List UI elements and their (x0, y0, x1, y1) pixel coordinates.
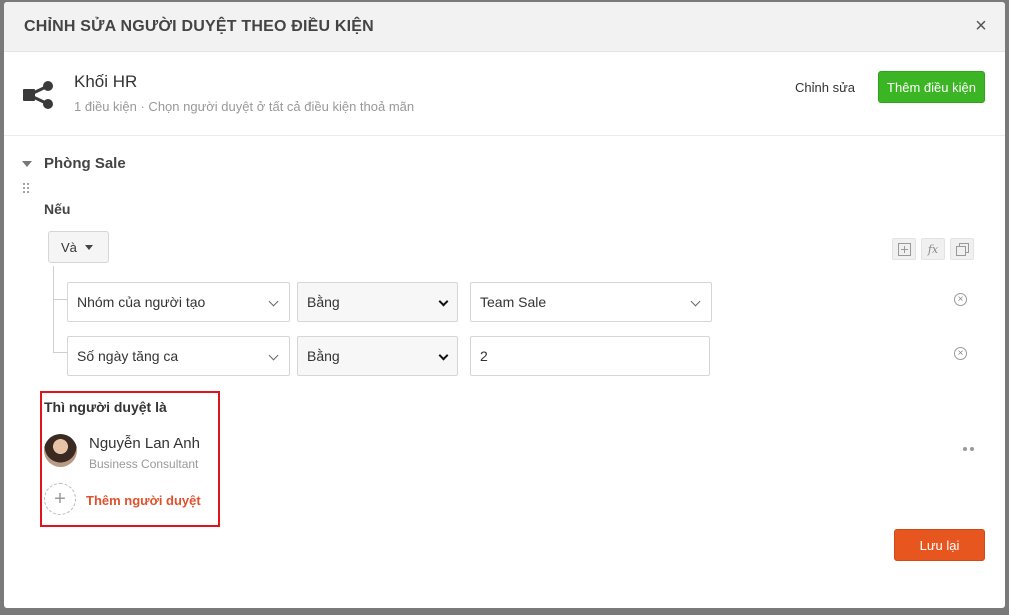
close-icon[interactable]: × (971, 16, 991, 36)
approver-label: Thì người duyệt là (44, 399, 167, 415)
condition-1-value-select[interactable]: Team Sale (470, 282, 712, 322)
condition-2-value: 2 (480, 348, 488, 364)
condition-2-field-value: Số ngày tăng ca (77, 348, 179, 364)
share-network-icon (23, 81, 53, 109)
more-options-icon[interactable] (963, 446, 975, 452)
if-label: Nếu (44, 201, 71, 217)
tree-branch (53, 352, 67, 353)
group-header: Khối HR 1 điều kiện · Chọn người duyệt ở… (4, 52, 1005, 136)
group-subtitle: 1 điều kiện · Chọn người duyệt ở tất cả … (74, 99, 415, 114)
condition-2-field-select[interactable]: Số ngày tăng ca (67, 336, 290, 376)
caret-down-icon (84, 244, 93, 250)
condition-1-operator-value: Bằng (307, 294, 340, 310)
condition-tools: fx (892, 238, 974, 260)
condition-2-value-input[interactable]: 2 (470, 336, 710, 376)
chevron-down-icon (268, 296, 279, 307)
tree-branch (53, 299, 67, 300)
edit-link[interactable]: Chỉnh sửa (795, 80, 855, 95)
edit-approver-modal: CHỈNH SỬA NGƯỜI DUYỆT THEO ĐIỀU KIỆN × K… (4, 2, 1005, 608)
department-title: Phòng Sale (44, 155, 126, 172)
condition-2-operator-select[interactable]: Bằng (297, 336, 458, 376)
chevron-down-icon (268, 350, 279, 361)
logic-operator-value: Và (61, 239, 77, 255)
chevron-down-icon (438, 350, 449, 361)
modal-title: CHỈNH SỬA NGƯỜI DUYỆT THEO ĐIỀU KIỆN (24, 18, 374, 35)
add-approver-link[interactable]: Thêm người duyệt (86, 493, 201, 508)
department-section: Phòng Sale Nếu Và fx Nhóm của người tạo (4, 137, 1005, 608)
approver-name: Nguyễn Lan Anh (89, 435, 200, 452)
group-title: Khối HR (74, 72, 138, 91)
condition-2-operator-value: Bằng (307, 348, 340, 364)
save-button[interactable]: Lưu lại (894, 529, 985, 561)
remove-condition-1-icon[interactable]: × (954, 293, 967, 306)
drag-handle-icon[interactable] (23, 183, 31, 195)
approver-role: Business Consultant (89, 457, 199, 471)
tree-connector (53, 266, 54, 352)
condition-1-field-select[interactable]: Nhóm của người tạo (67, 282, 290, 322)
collapse-caret-icon[interactable] (22, 161, 32, 167)
avatar (44, 434, 77, 467)
modal-header: CHỈNH SỬA NGƯỜI DUYỆT THEO ĐIỀU KIỆN × (4, 2, 1005, 52)
copy-icon[interactable] (950, 238, 974, 260)
logic-operator-dropdown[interactable]: Và (48, 231, 109, 263)
plus-square-icon[interactable] (892, 238, 916, 260)
remove-condition-2-icon[interactable]: × (954, 347, 967, 360)
function-icon[interactable]: fx (921, 238, 945, 260)
add-condition-button[interactable]: Thêm điều kiện (878, 71, 985, 103)
chevron-down-icon (438, 296, 449, 307)
add-approver-icon[interactable]: + (44, 483, 76, 515)
condition-1-operator-select[interactable]: Bằng (297, 282, 458, 322)
condition-1-field-value: Nhóm của người tạo (77, 294, 206, 310)
condition-1-value: Team Sale (480, 294, 547, 310)
chevron-down-icon (690, 296, 701, 307)
